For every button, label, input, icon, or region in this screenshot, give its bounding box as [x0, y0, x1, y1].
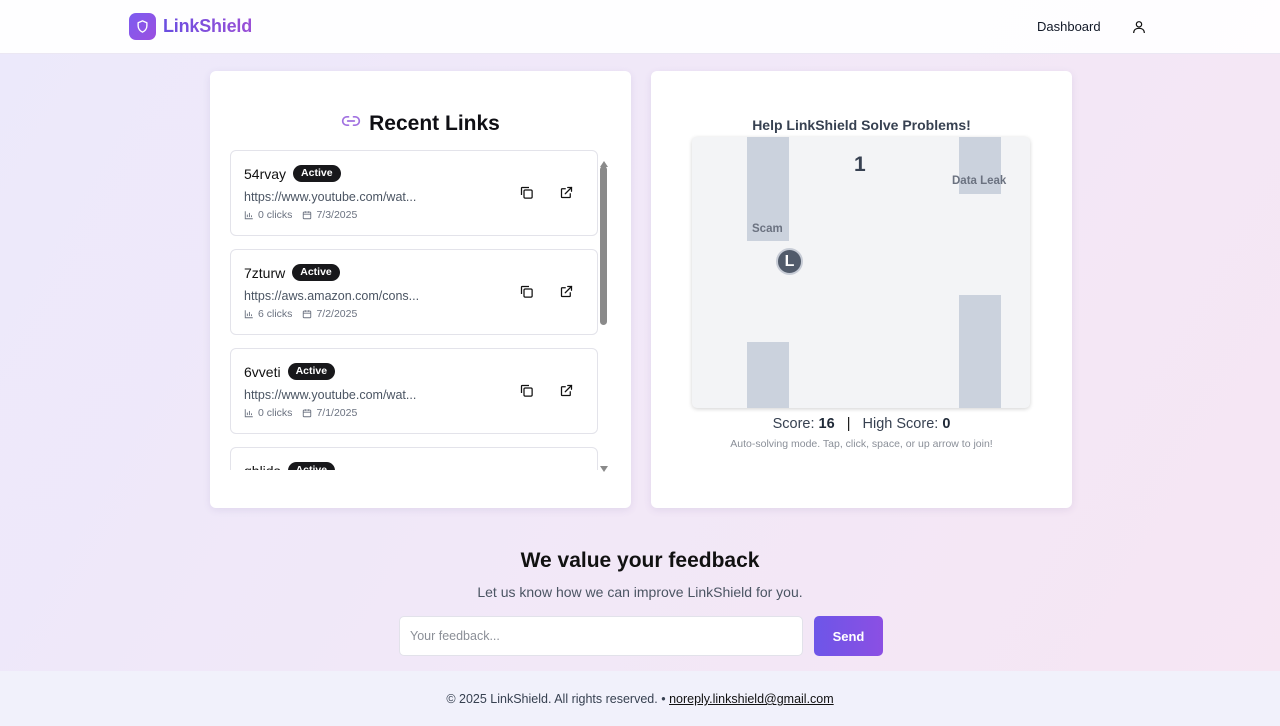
link-url: https://www.youtube.com/wat...	[244, 190, 417, 204]
brand-name: LinkShield	[163, 16, 253, 36]
status-badge: Active	[287, 462, 336, 470]
date-stat: 7/1/2025	[302, 407, 357, 419]
link-meta: 0 clicks 7/1/2025	[244, 407, 357, 419]
clicks-count: 0 clicks	[258, 407, 293, 419]
link-item-header: 7zturw Active	[244, 264, 340, 281]
obstacle-pipe-bottom	[959, 295, 1001, 408]
feedback-subtitle: Let us know how we can improve LinkShiel…	[477, 584, 803, 600]
link-item[interactable]: 6vveti Active https://www.youtube.com/wa…	[230, 348, 598, 434]
copy-icon[interactable]	[519, 284, 535, 300]
link-code: ghlids	[244, 463, 281, 471]
top-navbar: LinkShield Dashboard	[0, 0, 1280, 54]
nav-dashboard-link[interactable]: Dashboard	[1037, 19, 1101, 34]
recent-links-card: Recent Links 54rvay Active https://www.y…	[210, 71, 631, 508]
clicks-stat: 6 clicks	[244, 308, 292, 320]
external-link-icon[interactable]	[559, 383, 575, 399]
link-url: https://www.youtube.com/wat...	[244, 388, 417, 402]
status-badge: Active	[292, 264, 340, 281]
date-stat: 7/2/2025	[302, 308, 357, 320]
high-score-label: High Score:	[862, 416, 939, 432]
link-icon	[341, 111, 361, 137]
calendar-icon	[303, 409, 312, 418]
feedback-input[interactable]	[399, 616, 803, 656]
game-canvas[interactable]: Scam Data Leak 1 L	[692, 137, 1030, 408]
links-list[interactable]: 54rvay Active https://www.youtube.com/wa…	[230, 150, 598, 470]
clicks-count: 0 clicks	[258, 209, 293, 221]
footer-email-link[interactable]: noreply.linkshield@gmail.com	[669, 692, 834, 706]
bar-chart-icon	[244, 211, 253, 220]
score-separator: |	[846, 416, 851, 432]
created-date: 7/3/2025	[316, 209, 358, 221]
created-date: 7/2/2025	[316, 308, 358, 320]
bar-chart-icon	[244, 310, 253, 319]
footer: © 2025 LinkShield. All rights reserved. …	[0, 671, 1280, 726]
link-item[interactable]: ghlids Active	[230, 447, 598, 470]
clicks-count: 6 clicks	[258, 308, 293, 320]
link-item-header: 6vveti Active	[244, 363, 336, 380]
link-code: 6vveti	[244, 363, 281, 380]
link-meta: 6 clicks 7/2/2025	[244, 308, 357, 320]
user-icon[interactable]	[1131, 19, 1147, 35]
shield-logo-icon	[129, 13, 156, 40]
player-avatar: L	[776, 248, 803, 275]
calendar-icon	[303, 310, 312, 319]
clicks-stat: 0 clicks	[244, 209, 292, 221]
link-url: https://aws.amazon.com/cons...	[244, 289, 420, 303]
game-card: Help LinkShield Solve Problems! Scam Dat…	[651, 71, 1072, 508]
scroll-down-arrow-icon[interactable]	[599, 460, 609, 478]
score-value: 16	[818, 416, 835, 432]
score-label: Score:	[772, 416, 815, 432]
recent-links-title: Recent Links	[369, 112, 500, 135]
external-link-icon[interactable]	[559, 284, 575, 300]
copy-icon[interactable]	[519, 383, 535, 399]
link-item[interactable]: 54rvay Active https://www.youtube.com/wa…	[230, 150, 598, 236]
high-score-value: 0	[942, 416, 951, 432]
clicks-stat: 0 clicks	[244, 407, 292, 419]
link-meta: 0 clicks 7/3/2025	[244, 209, 357, 221]
calendar-icon	[303, 211, 312, 220]
obstacle-label: Data Leak	[952, 175, 1007, 187]
game-hint: Auto-solving mode. Tap, click, space, or…	[730, 438, 993, 450]
brand[interactable]: LinkShield	[129, 13, 252, 40]
obstacle-pipe-bottom	[747, 342, 789, 408]
link-item-header: 54rvay Active	[244, 165, 341, 182]
bar-chart-icon	[244, 409, 253, 418]
footer-copyright: © 2025 LinkShield. All rights reserved. …	[446, 692, 666, 706]
date-stat: 7/3/2025	[302, 209, 357, 221]
obstacle-label: Scam	[752, 223, 783, 235]
copy-icon[interactable]	[519, 185, 535, 201]
status-badge: Active	[287, 363, 336, 380]
link-item[interactable]: 7zturw Active https://aws.amazon.com/con…	[230, 249, 598, 335]
game-title: Help LinkShield Solve Problems!	[752, 117, 971, 133]
status-badge: Active	[293, 165, 341, 182]
feedback-title: We value your feedback	[520, 549, 760, 572]
send-button[interactable]: Send	[814, 616, 883, 656]
game-live-score: 1	[854, 153, 866, 176]
link-code: 7zturw	[244, 264, 286, 281]
link-code: 54rvay	[244, 165, 287, 182]
external-link-icon[interactable]	[559, 185, 575, 201]
link-item-header: ghlids Active	[244, 462, 336, 471]
recent-links-heading: Recent Links	[210, 111, 631, 137]
created-date: 7/1/2025	[316, 407, 358, 419]
scrollbar-thumb[interactable]	[600, 166, 607, 325]
score-line: Score: 16 | High Score: 0	[651, 416, 1072, 432]
